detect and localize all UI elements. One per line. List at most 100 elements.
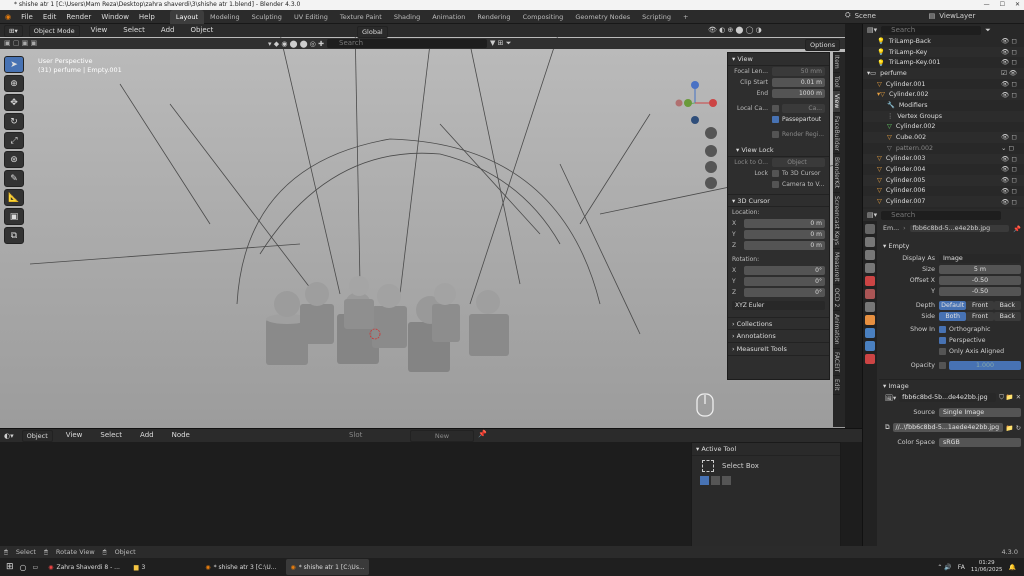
select-mode-icons[interactable]: ▣ ▢ ▣ ▣ — [4, 39, 37, 47]
render-tab-icon[interactable] — [865, 237, 875, 247]
tab-edit[interactable]: Edit — [833, 376, 840, 396]
scene-icon[interactable]: ⛭ — [845, 11, 851, 20]
viewport-search-input[interactable]: Search — [327, 39, 487, 48]
tool-tab-icon[interactable] — [865, 224, 875, 234]
lock-to-object-field[interactable]: Object — [772, 158, 825, 167]
search-icon[interactable]: ○ — [20, 563, 27, 572]
view-lock-header[interactable]: ▾ View Lock — [728, 144, 829, 157]
tab-shading[interactable]: Shading — [388, 10, 426, 24]
passepartout-checkbox[interactable] — [772, 116, 779, 123]
perspective-checkbox[interactable] — [939, 337, 946, 344]
source-dropdown[interactable]: Single Image — [939, 408, 1021, 417]
cursor-loc-x-field[interactable]: 0 m — [744, 219, 825, 228]
properties-search-input[interactable]: Search — [881, 210, 1002, 220]
eye-icon[interactable]: ☑ 👁 — [1001, 68, 1023, 79]
tab-item[interactable]: Item — [833, 52, 840, 73]
tab-layout[interactable]: Layout — [169, 9, 204, 24]
tab-tool[interactable]: Tool — [833, 73, 840, 92]
render-region-checkbox[interactable] — [772, 131, 779, 138]
transform-tool-icon[interactable]: ⊛ — [4, 151, 24, 168]
language-indicator[interactable]: FA — [958, 564, 965, 571]
tab-rendering[interactable]: Rendering — [471, 10, 516, 24]
3d-cursor-header[interactable]: ▾ 3D Cursor — [728, 194, 829, 207]
new-material-button[interactable]: New — [410, 430, 474, 442]
clip-end-field[interactable]: 1000 m — [772, 89, 825, 98]
file-browse-icon[interactable]: 📁 ↻ — [1006, 424, 1021, 432]
menu-render[interactable]: Render — [61, 10, 96, 24]
tab-screencast-keys[interactable]: Screencast Keys — [833, 193, 840, 249]
cursor-loc-z-field[interactable]: 0 m — [744, 241, 825, 250]
annotate-tool-icon[interactable]: ✎ — [4, 170, 24, 187]
lock-to-cursor-checkbox[interactable] — [772, 170, 779, 177]
3d-viewport[interactable]: ⊞▾ Object Mode View Select Add Object Gl… — [0, 24, 845, 428]
depth-default-button[interactable]: Default — [939, 301, 967, 310]
cursor-loc-y-field[interactable]: 0 m — [744, 230, 825, 239]
display-as-dropdown[interactable]: Image — [939, 254, 1021, 263]
select-box-tool-icon[interactable]: ➤ — [4, 56, 24, 73]
tree-row[interactable]: ⋮ Vertex Groups — [863, 110, 1024, 122]
tree-row[interactable]: ▽ Cylinder.004 — [863, 164, 1024, 175]
tree-row[interactable]: ▽ Cylinder.002 — [863, 122, 1024, 133]
tab-animation[interactable]: Animation — [426, 10, 471, 24]
close-icon[interactable]: ✕ — [1015, 0, 1020, 10]
outliner-search-input[interactable]: Search — [881, 25, 982, 35]
tab-measureit[interactable]: MeasureIt — [833, 249, 840, 286]
offset-y-field[interactable]: -0.50 — [939, 287, 1021, 296]
image-actions-icon[interactable]: ⛉ 📁 ✕ — [999, 393, 1021, 402]
taskbar-blender-2[interactable]: ◉ * shishe atr 1 [C:\Us... — [286, 559, 369, 575]
extra-tool-icon[interactable]: ⧉ — [4, 227, 24, 244]
add-workspace-icon[interactable]: + — [677, 10, 694, 24]
notification-icon[interactable]: 🔔 — [1009, 564, 1016, 571]
viewport-menu-view[interactable]: View — [86, 24, 113, 37]
tree-row[interactable]: ▽ Cylinder.005 — [863, 174, 1024, 186]
eye-icon[interactable]: 👁 ◻ — [1001, 175, 1023, 186]
orthographic-checkbox[interactable] — [939, 326, 946, 333]
empty-panel-header[interactable]: ▾ Empty — [879, 240, 1024, 253]
cursor-rot-z-field[interactable]: 0° — [744, 288, 825, 297]
scale-tool-icon[interactable]: ⤢ — [4, 132, 24, 149]
filter-funnel-icon[interactable]: ▼ ⊞ ⏷ — [490, 39, 511, 48]
outliner-filter-icon[interactable]: ▤▾ — [867, 26, 877, 34]
menu-window[interactable]: Window — [96, 10, 134, 24]
viewport-menu-object[interactable]: Object — [185, 24, 218, 37]
tree-row[interactable]: ▽ Cube.002 — [863, 132, 1024, 143]
clock[interactable]: 01:29 11/06/2025 — [971, 560, 1003, 574]
task-view-icon[interactable]: ▭ — [33, 564, 39, 571]
local-camera-checkbox[interactable] — [772, 105, 779, 112]
eye-icon[interactable]: 👁 ◻ — [1001, 154, 1023, 165]
editor-type-icon[interactable]: ⊞▾ — [4, 24, 23, 37]
world-tab-icon[interactable] — [865, 289, 875, 299]
tree-row[interactable]: ▽ Cylinder.006 — [863, 186, 1024, 197]
view-layer-tab-icon[interactable] — [865, 263, 875, 273]
eye-icon[interactable]: 👁 ◻ — [1001, 36, 1023, 47]
menu-file[interactable]: File — [16, 10, 38, 24]
taskbar-chrome[interactable]: ◉ Zahra Shaverdi 8 - ... — [44, 559, 124, 575]
cursor-rot-y-field[interactable]: 0° — [744, 277, 825, 286]
editor-type-icon-2[interactable]: ◐▾ — [4, 432, 14, 440]
depth-back-button[interactable]: Back — [993, 301, 1021, 310]
tray-icons[interactable]: ⌃ 🔊 — [937, 564, 951, 571]
clip-start-field[interactable]: 0.01 m — [772, 78, 825, 87]
maximize-icon[interactable]: ☐ — [1000, 0, 1005, 10]
scene-tab-icon[interactable] — [865, 276, 875, 286]
menu-help[interactable]: Help — [134, 10, 160, 24]
focal-length-field[interactable]: 50 mm — [772, 67, 825, 76]
tree-row[interactable]: 🔧 Modifiers — [863, 100, 1024, 111]
node-menu-add[interactable]: Add — [135, 429, 159, 442]
image-name-field[interactable]: fbb6c8bd-5b...de4e2bb.jpg — [899, 393, 997, 402]
windows-start-icon[interactable]: ⊞ — [6, 562, 14, 572]
tab-blenderkit[interactable]: BlenderKit — [833, 154, 840, 193]
select-box-icon[interactable] — [702, 460, 714, 472]
shader-type-dropdown[interactable]: Object — [21, 429, 53, 442]
tree-row[interactable]: 💡 TriLamp-Key — [863, 46, 1024, 58]
eye-icon[interactable]: 👁 ◻ — [1001, 164, 1023, 175]
rotate-tool-icon[interactable]: ↻ — [4, 113, 24, 130]
tab-uv-editing[interactable]: UV Editing — [288, 10, 334, 24]
opacity-field[interactable]: 1.000 — [949, 361, 1021, 370]
blender-logo-icon[interactable]: ◉ — [0, 10, 16, 24]
tree-row[interactable]: ▽ Cylinder.001 — [863, 79, 1024, 90]
local-camera-field[interactable]: Ca... — [782, 104, 825, 113]
node-menu-node[interactable]: Node — [167, 429, 195, 442]
only-axis-aligned-checkbox[interactable] — [939, 348, 946, 355]
options-dropdown[interactable]: Options — [805, 39, 841, 51]
